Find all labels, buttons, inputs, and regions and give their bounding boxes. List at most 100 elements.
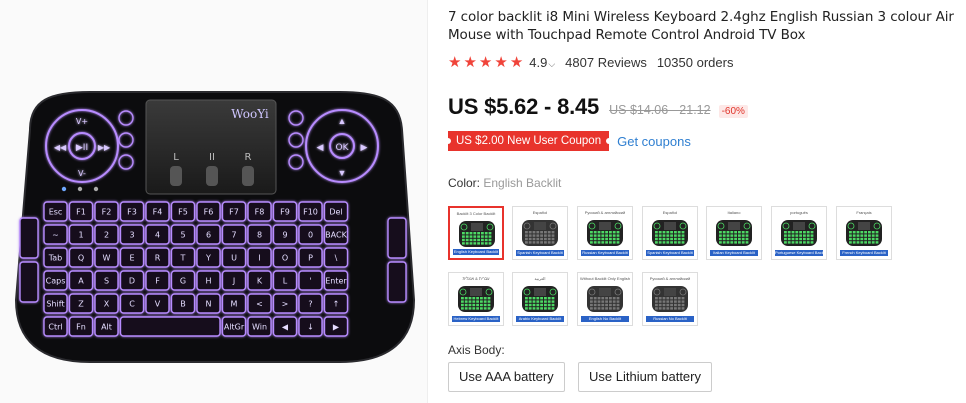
svg-text:▲: ▲ <box>338 116 347 126</box>
key-label: Alt <box>101 323 112 332</box>
color-swatch[interactable]: Italiano Italian Keyboard Backlit <box>706 206 762 260</box>
swatch-keyboard-thumb <box>781 220 817 246</box>
swatch-caption: العربية <box>534 276 546 281</box>
get-coupons-link[interactable]: Get coupons <box>617 134 691 149</box>
option-aaa-battery[interactable]: Use AAA battery <box>448 362 565 392</box>
key-label: 4 <box>155 231 160 240</box>
swatch-footer: Russian Keyboard Backlit <box>581 250 629 256</box>
key-label: T <box>180 254 186 263</box>
swatch-footer: Spanish Keyboard Backlit <box>646 250 694 256</box>
key-label: 3 <box>129 231 134 240</box>
key-label: ↓ <box>307 323 314 332</box>
touchpad-button-label: R <box>245 152 252 163</box>
swatch-footer: English No Backlit <box>581 316 629 322</box>
swatch-footer: French Keyboard Backlit <box>840 250 888 256</box>
rating-value[interactable]: 4.9⌵ <box>529 55 555 70</box>
swatch-footer: Arabic Keyboard Backlit <box>516 316 564 322</box>
svg-text:▶▶: ▶▶ <box>98 143 111 152</box>
color-swatch[interactable]: العربية Arabic Keyboard Backlit <box>512 272 568 326</box>
price-row: US $5.62 - 8.45 US $14.06 - 21.12 -60% <box>448 94 958 122</box>
key-label: Fn <box>76 323 86 332</box>
key-label: ↑ <box>333 300 340 309</box>
right-side-key <box>387 217 407 259</box>
star-icon: ★ <box>509 53 524 71</box>
product-page: WooYi LIIR ▶II V+ V- ◀◀ ▶▶ OK ▲ ▼ ◀ ▶ <box>0 0 966 403</box>
svg-text:▶II: ▶II <box>76 143 88 153</box>
axis-body-label: Axis Body: <box>448 343 505 357</box>
key-label: K <box>257 277 263 286</box>
color-swatch[interactable]: Русский & английский Russian Keyboard Bac… <box>577 206 633 260</box>
key-label: X <box>104 300 110 309</box>
key-label: ◀ <box>282 323 289 332</box>
swatch-keyboard-thumb <box>458 286 494 312</box>
left-side-key <box>19 217 39 259</box>
key-label: > <box>282 300 289 309</box>
main-product-image[interactable]: WooYi LIIR ▶II V+ V- ◀◀ ▶▶ OK ▲ ▼ ◀ ▶ <box>0 0 428 403</box>
swatch-keyboard-thumb <box>652 286 688 312</box>
key-label: P <box>308 254 313 263</box>
touchpad-finger-icon <box>170 166 182 186</box>
key-label: W <box>103 254 111 263</box>
key-label: Shift <box>46 300 64 309</box>
swatch-caption: português <box>790 210 808 215</box>
star-icon: ★ <box>478 53 493 71</box>
swatch-footer: Russian No Backlit <box>646 316 694 322</box>
color-swatch[interactable]: Français French Keyboard Backlit <box>836 206 892 260</box>
color-swatch[interactable]: Without Backlit Only English English No B… <box>577 272 633 326</box>
swatch-keyboard-thumb <box>846 220 882 246</box>
key-label: O <box>282 254 288 263</box>
key-label: 2 <box>104 231 109 240</box>
key-label: A <box>78 277 84 286</box>
color-swatch[interactable]: Backlit 3 Color Backlit English Keyboard … <box>448 206 504 260</box>
svg-text:▶: ▶ <box>361 142 368 152</box>
reviews-count[interactable]: 4807 Reviews <box>565 55 647 70</box>
swatch-footer: Hebrew Keyboard Backlit <box>452 316 500 322</box>
key-label: D <box>129 277 135 286</box>
key-label: I <box>258 254 260 263</box>
key-label: B <box>180 300 186 309</box>
color-swatch[interactable]: português Portuguese Keyboard Backlit <box>771 206 827 260</box>
svg-text:▼: ▼ <box>338 168 347 178</box>
media-dpad: ▶II V+ V- ◀◀ ▶▶ <box>45 109 119 183</box>
nav-dpad: OK ▲ ▼ ◀ ▶ <box>305 109 379 183</box>
swatch-keyboard-thumb <box>652 220 688 246</box>
star-icon: ★ <box>494 53 508 71</box>
key-label: F2 <box>102 208 112 217</box>
svg-text:V-: V- <box>78 169 86 178</box>
swatch-caption: Français <box>856 210 872 215</box>
key-label: 7 <box>231 231 236 240</box>
swatch-footer: Portuguese Keyboard Backlit <box>775 250 823 256</box>
key-label: Enter <box>325 277 347 286</box>
key-label: < <box>256 300 263 309</box>
key-label: AltGr <box>224 323 245 332</box>
key-label: G <box>180 277 186 286</box>
option-lithium-battery[interactable]: Use Lithium battery <box>578 362 712 392</box>
key-label: ▶ <box>333 323 340 332</box>
product-title: 7 color backlit i8 Mini Wireless Keyboar… <box>448 9 954 43</box>
color-label: Color: <box>448 176 481 190</box>
key-label: L <box>283 277 288 286</box>
key-label: Ctrl <box>48 323 62 332</box>
key-label: Esc <box>49 208 63 217</box>
key-label: BACK <box>325 231 347 240</box>
key-label: 9 <box>282 231 287 240</box>
star-icon: ★ <box>448 53 462 71</box>
key-label: ' <box>309 277 311 286</box>
color-swatch[interactable]: Русский & английский Russian No Backlit <box>642 272 698 326</box>
indicator-led <box>77 186 83 192</box>
touchpad-button-label: II <box>209 152 215 163</box>
original-price: US $14.06 - 21.12 <box>609 103 711 117</box>
color-swatch[interactable]: עברית & אנגלית Hebrew Keyboard Backlit <box>448 272 504 326</box>
swatch-caption: Русский & английский <box>584 210 626 215</box>
svg-text:OK: OK <box>336 143 350 153</box>
orders-count: 10350 orders <box>656 54 734 70</box>
key-label: F1 <box>76 208 86 217</box>
color-swatch[interactable]: Español Spanish Keyboard Backlit <box>512 206 568 260</box>
swatch-caption: Русский & английский <box>649 276 691 281</box>
key-label: 5 <box>180 231 185 240</box>
key-label: Tab <box>48 254 63 263</box>
color-swatch[interactable]: Español Spanish Keyboard Backlit <box>642 206 698 260</box>
key-label: Win <box>252 323 267 332</box>
new-user-coupon[interactable]: US $2.00 New User Coupon <box>444 131 613 151</box>
swatch-keyboard-thumb <box>587 286 623 312</box>
